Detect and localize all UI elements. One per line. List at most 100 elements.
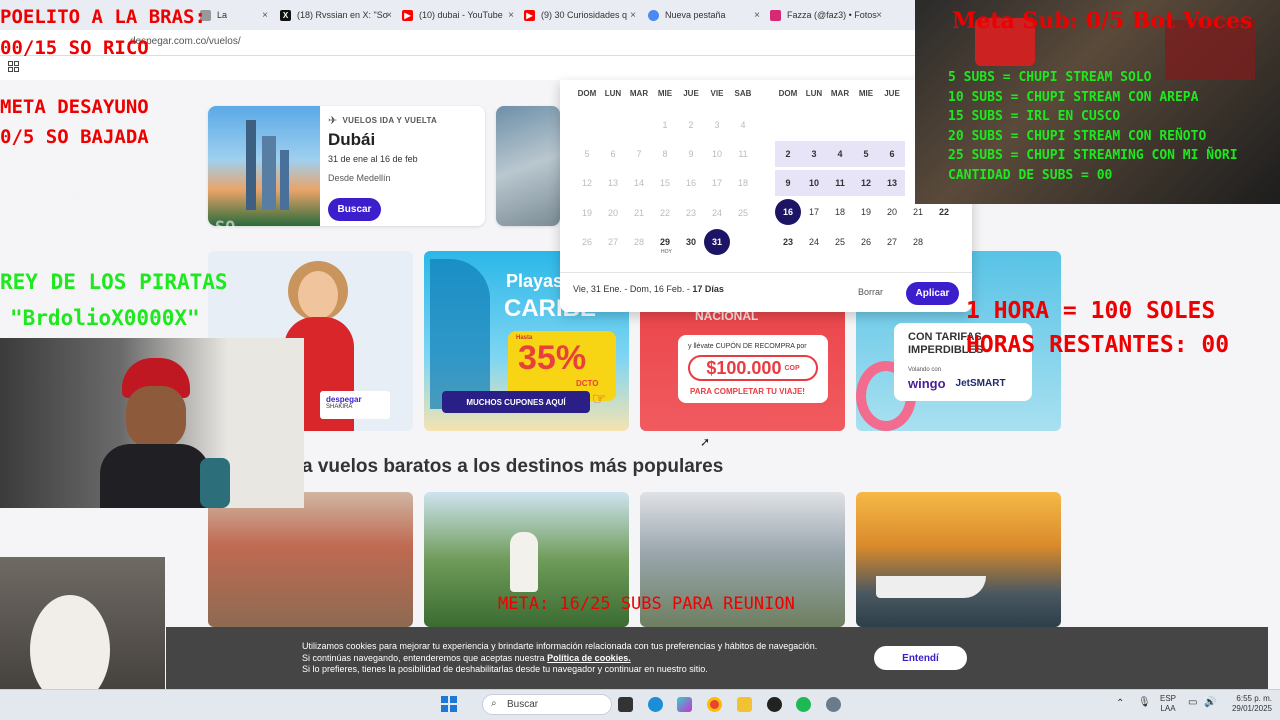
calendar-day[interactable]: 23 bbox=[775, 229, 801, 255]
calendar-day[interactable]: 2 bbox=[775, 141, 801, 167]
browser-tab[interactable]: Nueva pestaña × bbox=[648, 4, 760, 26]
search-button[interactable]: Buscar bbox=[328, 198, 381, 221]
language-indicator[interactable]: ESP LAA bbox=[1160, 694, 1176, 714]
calendar-day: 10 bbox=[711, 149, 722, 160]
calendar-day: 4 bbox=[740, 120, 746, 130]
speaker-shape bbox=[200, 458, 230, 508]
calendar-day: 14 bbox=[633, 178, 644, 189]
cookie-line-3: Si lo prefieres, tienes la posibilidad d… bbox=[302, 664, 708, 674]
instagram-icon bbox=[770, 9, 781, 21]
obs-icon[interactable] bbox=[767, 697, 782, 712]
dubai-flight-card[interactable]: ✈ VUELOS IDA Y VUELTA Dubái 31 de ene al… bbox=[208, 106, 485, 226]
overlay-desayuno-count: 0/5 SO BAJADA bbox=[0, 126, 149, 148]
calendar-day[interactable]: 20 bbox=[879, 199, 905, 225]
overlay-meta-reunion: META: 16/25 SUBS PARA REUNION bbox=[498, 594, 795, 614]
jetsmart-logo-text: JetSMART bbox=[955, 378, 1006, 389]
calendar-day[interactable]: 5 bbox=[853, 141, 879, 167]
shakira-logo-text: SHAKIRA bbox=[326, 404, 353, 410]
copilot-icon[interactable] bbox=[677, 697, 692, 712]
tab-title: Nueva pestaña bbox=[665, 10, 726, 20]
streamer-webcam bbox=[0, 338, 304, 508]
calendar-day[interactable]: 25 bbox=[827, 229, 853, 255]
cookie-policy-link[interactable]: Política de cookies. bbox=[547, 653, 631, 663]
calendar-day[interactable]: 4 bbox=[827, 141, 853, 167]
settings-gear-icon[interactable] bbox=[826, 697, 841, 712]
overlay-top-entry: 1.- BrdolioX0000X 10 SO bbox=[0, 218, 236, 238]
weekday-header: LUN bbox=[805, 89, 823, 98]
calendar-day[interactable]: 12 bbox=[853, 170, 879, 197]
calendar-day[interactable]: 30 bbox=[678, 229, 704, 255]
subs-goal-5: 25 SUBS = CHUPI STREAMING CON MI ÑORI bbox=[948, 148, 1238, 164]
calendar-day[interactable]: 19 bbox=[853, 199, 879, 225]
calendar-day[interactable]: 18 bbox=[827, 199, 853, 225]
skyscraper-shape bbox=[280, 150, 289, 210]
close-tab-icon[interactable]: × bbox=[630, 10, 636, 21]
calendar-day: 22 bbox=[659, 207, 670, 218]
overlay-poelito: POELITO A LA BRAS: bbox=[0, 6, 206, 28]
weekday-header: MAR bbox=[629, 89, 649, 98]
calendar-day[interactable]: 26 bbox=[853, 229, 879, 255]
calendar-day: 11 bbox=[738, 149, 748, 160]
calendar-day[interactable]: 24 bbox=[801, 229, 827, 255]
spotify-icon[interactable] bbox=[796, 697, 811, 712]
calendar-day[interactable]: 31 bbox=[704, 228, 730, 255]
calendar-day: 3 bbox=[714, 120, 720, 130]
volume-icon[interactable]: 🔊 bbox=[1204, 697, 1216, 708]
calendar-day[interactable]: 9 bbox=[775, 170, 801, 197]
close-tab-icon[interactable]: × bbox=[754, 10, 760, 21]
microphone-icon[interactable]: 🎙 bbox=[1138, 697, 1151, 708]
face-shape bbox=[126, 386, 186, 448]
tray-chevron-up-icon[interactable]: ⌃ bbox=[1116, 698, 1124, 709]
accept-cookies-button[interactable]: Entendí bbox=[874, 646, 967, 670]
cookie-line-2: Si continúas navegando, entenderemos que… bbox=[302, 652, 548, 663]
chrome-icon[interactable] bbox=[707, 697, 722, 712]
cupon-subtitle: PARA COMPLETAR TU VIAJE! bbox=[690, 387, 805, 396]
lang-layout: LAA bbox=[1160, 704, 1176, 713]
calendar-day[interactable]: 28 bbox=[905, 229, 931, 255]
section-title: a vuelos baratos a los destinos más popu… bbox=[302, 456, 724, 477]
weekday-header: MAR bbox=[830, 89, 850, 98]
cupon-currency: COP bbox=[784, 364, 800, 372]
task-view-icon[interactable] bbox=[618, 697, 633, 712]
clear-button[interactable]: Borrar bbox=[858, 287, 883, 297]
browser-tab[interactable]: ▶ (9) 30 Curiosidades q × bbox=[524, 4, 636, 26]
apps-grid-icon[interactable] bbox=[8, 61, 19, 72]
calendar-day[interactable]: 11 bbox=[827, 170, 853, 197]
clock[interactable]: 6:55 p. m. 29/01/2025 bbox=[1222, 694, 1272, 714]
calendar-day[interactable]: 6 bbox=[879, 141, 905, 167]
date-picker: DOM LUN MAR MIE JUE VIE SAB 1 2 3 4 5 6 7 8 9 10 11 12 13 14… bbox=[560, 80, 972, 312]
cupon-amount: $100.000 bbox=[706, 357, 782, 378]
calendar-day: 25 bbox=[737, 207, 748, 218]
calendar-day[interactable]: 3 bbox=[801, 141, 827, 167]
calendar-day[interactable]: 10 bbox=[801, 170, 827, 197]
network-icon[interactable]: ▭ bbox=[1188, 697, 1197, 708]
today-label: HOY bbox=[661, 248, 672, 255]
destination-card[interactable] bbox=[856, 492, 1061, 627]
body-shape bbox=[100, 444, 210, 508]
close-tab-icon[interactable]: × bbox=[508, 10, 514, 21]
dubai-photo bbox=[208, 106, 320, 226]
coupons-button[interactable]: MUCHOS CUPONES AQUÍ bbox=[442, 391, 590, 413]
city-photo-card[interactable] bbox=[496, 106, 560, 226]
apply-button[interactable]: Aplicar bbox=[906, 282, 959, 305]
subs-count: CANTIDAD DE SUBS = 00 bbox=[948, 167, 1113, 183]
browser-tab[interactable]: Fazza (@faz3) • Fotos × bbox=[770, 4, 882, 26]
destination-card[interactable] bbox=[208, 492, 413, 627]
browser-tab[interactable]: La × bbox=[200, 4, 268, 26]
calendar-day[interactable]: 27 bbox=[879, 229, 905, 255]
close-tab-icon[interactable]: × bbox=[386, 10, 392, 21]
taskbar-search[interactable]: ⌕ Buscar bbox=[482, 694, 612, 715]
calendar-day: 2 bbox=[688, 120, 694, 130]
file-explorer-icon[interactable] bbox=[737, 697, 752, 712]
browser-tab[interactable]: ▶ (10) dubai - YouTube × bbox=[402, 4, 514, 26]
browser-tab[interactable]: X (18) Rvssian en X: "So × bbox=[280, 4, 392, 26]
calendar-day[interactable]: 16 bbox=[775, 199, 801, 226]
calendar-day: 8 bbox=[662, 149, 668, 160]
close-tab-icon[interactable]: × bbox=[876, 10, 882, 21]
edge-icon[interactable] bbox=[648, 697, 663, 712]
windows-start-icon[interactable] bbox=[441, 696, 457, 712]
close-tab-icon[interactable]: × bbox=[262, 10, 268, 21]
calendar-day[interactable]: 13 bbox=[879, 170, 905, 197]
calendar-day[interactable]: 17 bbox=[801, 199, 827, 225]
overlay-meta-sub: Meta Sub: 0/5 Bot Voces bbox=[952, 8, 1253, 34]
